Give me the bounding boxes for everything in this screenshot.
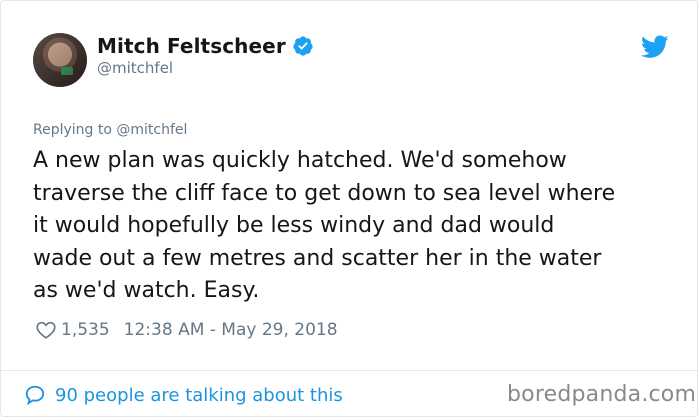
avatar-shade bbox=[33, 33, 87, 87]
timestamp[interactable]: 12:38 AM - May 29, 2018 bbox=[124, 320, 338, 340]
tweet-meta: 1,535 12:38 AM - May 29, 2018 bbox=[35, 319, 338, 341]
comment-bubble-icon bbox=[25, 385, 45, 406]
user-handle[interactable]: @mitchfel bbox=[97, 59, 173, 77]
conversation-label: 90 people are talking about this bbox=[55, 384, 343, 406]
verified-badge-icon bbox=[293, 36, 313, 56]
tweet-card: Mitch Feltscheer @mitchfel Replying to @… bbox=[0, 0, 699, 417]
divider bbox=[1, 370, 699, 371]
display-name[interactable]: Mitch Feltscheer bbox=[97, 34, 286, 58]
replying-to[interactable]: Replying to @mitchfel bbox=[33, 122, 187, 138]
watermark: boredpanda.com bbox=[507, 382, 697, 407]
twitter-bird-icon[interactable] bbox=[641, 35, 669, 59]
heart-icon[interactable] bbox=[35, 319, 57, 341]
author-row: Mitch Feltscheer bbox=[97, 34, 314, 58]
conversation-link[interactable]: 90 people are talking about this bbox=[24, 384, 343, 406]
like-count[interactable]: 1,535 bbox=[61, 320, 110, 340]
avatar[interactable] bbox=[33, 33, 87, 87]
tweet-text: A new plan was quickly hatched. We'd som… bbox=[33, 148, 616, 303]
